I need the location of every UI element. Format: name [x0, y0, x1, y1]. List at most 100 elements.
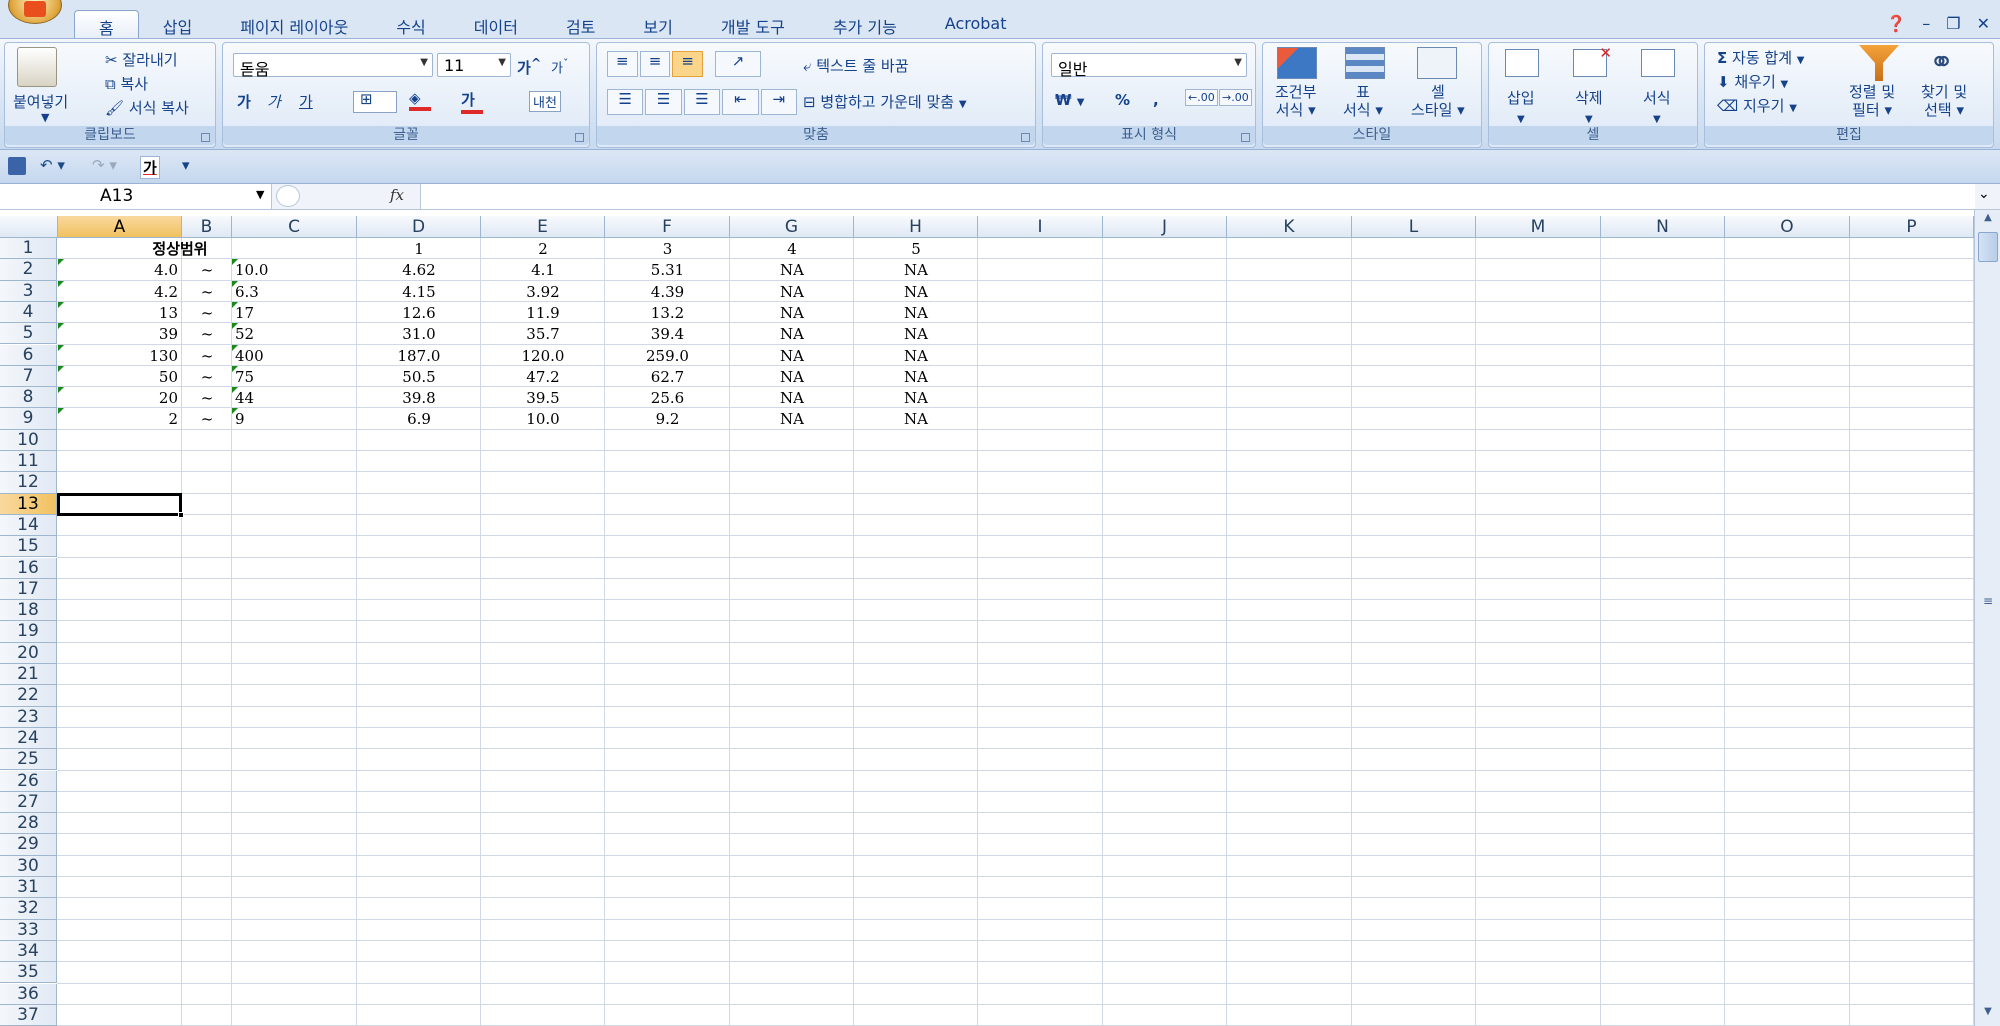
cell-g9[interactable]: NA: [730, 408, 854, 429]
row-header-11[interactable]: 11: [0, 451, 57, 473]
row-header-21[interactable]: 21: [0, 664, 57, 686]
percent-button[interactable]: %: [1115, 91, 1130, 109]
column-header-f[interactable]: F: [605, 216, 730, 238]
align-top-icon[interactable]: ≡: [607, 51, 638, 77]
cell-c7[interactable]: 75: [232, 365, 357, 387]
cell-g8[interactable]: NA: [730, 387, 854, 408]
row-header-26[interactable]: 26: [0, 770, 57, 792]
fill-button[interactable]: ⬇ 채우기 ▼: [1717, 71, 1788, 92]
font-name-select[interactable]: 돋움 ▼: [233, 53, 433, 79]
row-header-9[interactable]: 9: [0, 408, 57, 430]
row-header-34[interactable]: 34: [0, 940, 57, 963]
increase-decimal-button[interactable]: ←.00: [1185, 89, 1218, 106]
dialog-launcher-icon[interactable]: [201, 133, 210, 142]
tab-2[interactable]: 페이지 레이아웃: [216, 10, 372, 40]
cell-h9[interactable]: NA: [854, 408, 978, 429]
cell-c5[interactable]: 52: [232, 323, 357, 344]
cell-f3[interactable]: 4.39: [605, 281, 730, 302]
row-header-3[interactable]: 3: [0, 280, 57, 302]
row-header-18[interactable]: 18: [0, 600, 57, 622]
column-header-e[interactable]: E: [481, 216, 605, 238]
row-header-24[interactable]: 24: [0, 727, 57, 750]
column-header-p[interactable]: P: [1850, 216, 1974, 238]
column-header-g[interactable]: G: [730, 216, 854, 238]
dialog-launcher-icon[interactable]: [575, 133, 584, 142]
font-color-button[interactable]: 가: [461, 89, 483, 114]
cell-h7[interactable]: NA: [854, 366, 978, 387]
minimize-icon[interactable]: –: [1922, 14, 1930, 33]
format-button[interactable]: 서식 ▼: [1643, 87, 1671, 126]
align-right-icon[interactable]: ☰: [683, 89, 721, 115]
cell-g7[interactable]: NA: [730, 366, 854, 387]
row-header-4[interactable]: 4: [0, 301, 57, 324]
underline-button[interactable]: 가: [299, 91, 313, 112]
cell-c8[interactable]: 44: [232, 387, 357, 408]
scroll-down-icon[interactable]: ▼: [1978, 1006, 1998, 1024]
row-header-28[interactable]: 28: [0, 813, 57, 835]
conditional-format-button[interactable]: 조건부 서식 ▾: [1275, 83, 1316, 119]
tab-4[interactable]: 데이터: [450, 10, 542, 40]
cell-d3[interactable]: 4.15: [357, 281, 481, 302]
find-select-button[interactable]: 찾기 및 선택 ▾: [1921, 83, 1967, 119]
font-size-select[interactable]: 11 ▼: [437, 53, 511, 77]
column-header-o[interactable]: O: [1725, 216, 1850, 238]
cell-a8[interactable]: 20: [58, 387, 182, 408]
cell-b6[interactable]: ~: [182, 345, 232, 366]
cell-e3[interactable]: 3.92: [481, 281, 605, 302]
scroll-thumb[interactable]: [1978, 232, 1998, 262]
row-header-32[interactable]: 32: [0, 898, 57, 920]
row-header-16[interactable]: 16: [0, 557, 57, 579]
cell-e4[interactable]: 11.9: [481, 302, 605, 323]
row-header-20[interactable]: 20: [0, 642, 57, 664]
expand-formula-bar-icon[interactable]: ⌄: [1978, 186, 1990, 202]
row-header-37[interactable]: 37: [0, 1004, 57, 1026]
column-header-h[interactable]: H: [854, 216, 978, 238]
column-header-d[interactable]: D: [357, 216, 481, 238]
row-header-14[interactable]: 14: [0, 514, 57, 537]
row-header-35[interactable]: 35: [0, 962, 57, 984]
column-header-k[interactable]: K: [1227, 216, 1352, 238]
phonetic-button[interactable]: 내천: [529, 91, 561, 112]
select-all-corner[interactable]: [0, 216, 58, 238]
column-header-j[interactable]: J: [1103, 216, 1227, 238]
row-header-19[interactable]: 19: [0, 621, 57, 643]
table-format-button[interactable]: 표 서식 ▾: [1343, 83, 1383, 119]
cell-e5[interactable]: 35.7: [481, 323, 605, 344]
row-header-22[interactable]: 22: [0, 685, 57, 707]
border-button[interactable]: ⊞: [353, 90, 397, 113]
cell-d5[interactable]: 31.0: [357, 323, 481, 344]
cell-c2[interactable]: 10.0: [232, 259, 357, 280]
cell-e8[interactable]: 39.5: [481, 387, 605, 408]
dialog-launcher-icon[interactable]: [1241, 133, 1250, 142]
row-header-36[interactable]: 36: [0, 983, 57, 1005]
cell-f7[interactable]: 62.7: [605, 366, 730, 387]
row-header-33[interactable]: 33: [0, 919, 57, 941]
row-header-25[interactable]: 25: [0, 749, 57, 771]
row-header-7[interactable]: 7: [0, 365, 57, 388]
column-header-b[interactable]: B: [182, 216, 232, 238]
column-header-i[interactable]: I: [978, 216, 1103, 238]
row-header-5[interactable]: 5: [0, 323, 57, 345]
cell-c9[interactable]: 9: [232, 408, 357, 429]
column-header-m[interactable]: M: [1476, 216, 1601, 238]
customize-qat-icon[interactable]: ▾: [182, 156, 190, 174]
comma-button[interactable]: ,: [1153, 91, 1159, 109]
row-header-15[interactable]: 15: [0, 536, 57, 558]
cell-c4[interactable]: 17: [232, 301, 357, 323]
cell-b2[interactable]: ~: [182, 259, 232, 280]
cell-d6[interactable]: 187.0: [357, 345, 481, 366]
cell-a3[interactable]: 4.2: [58, 280, 182, 302]
cell-f8[interactable]: 25.6: [605, 387, 730, 408]
cell-g4[interactable]: NA: [730, 302, 854, 323]
cell-h4[interactable]: NA: [854, 302, 978, 323]
fill-handle[interactable]: [178, 511, 184, 518]
name-box-dropdown-icon[interactable]: ▼: [256, 188, 264, 201]
cell-e1[interactable]: 2: [481, 238, 605, 259]
currency-button[interactable]: ₩ ▼: [1055, 91, 1084, 109]
cell-h6[interactable]: NA: [854, 345, 978, 366]
office-button[interactable]: [8, 0, 62, 24]
orientation-button[interactable]: ↗: [715, 51, 761, 77]
cell-g2[interactable]: NA: [730, 259, 854, 280]
row-header-31[interactable]: 31: [0, 877, 57, 899]
cell-b5[interactable]: ~: [182, 323, 232, 344]
